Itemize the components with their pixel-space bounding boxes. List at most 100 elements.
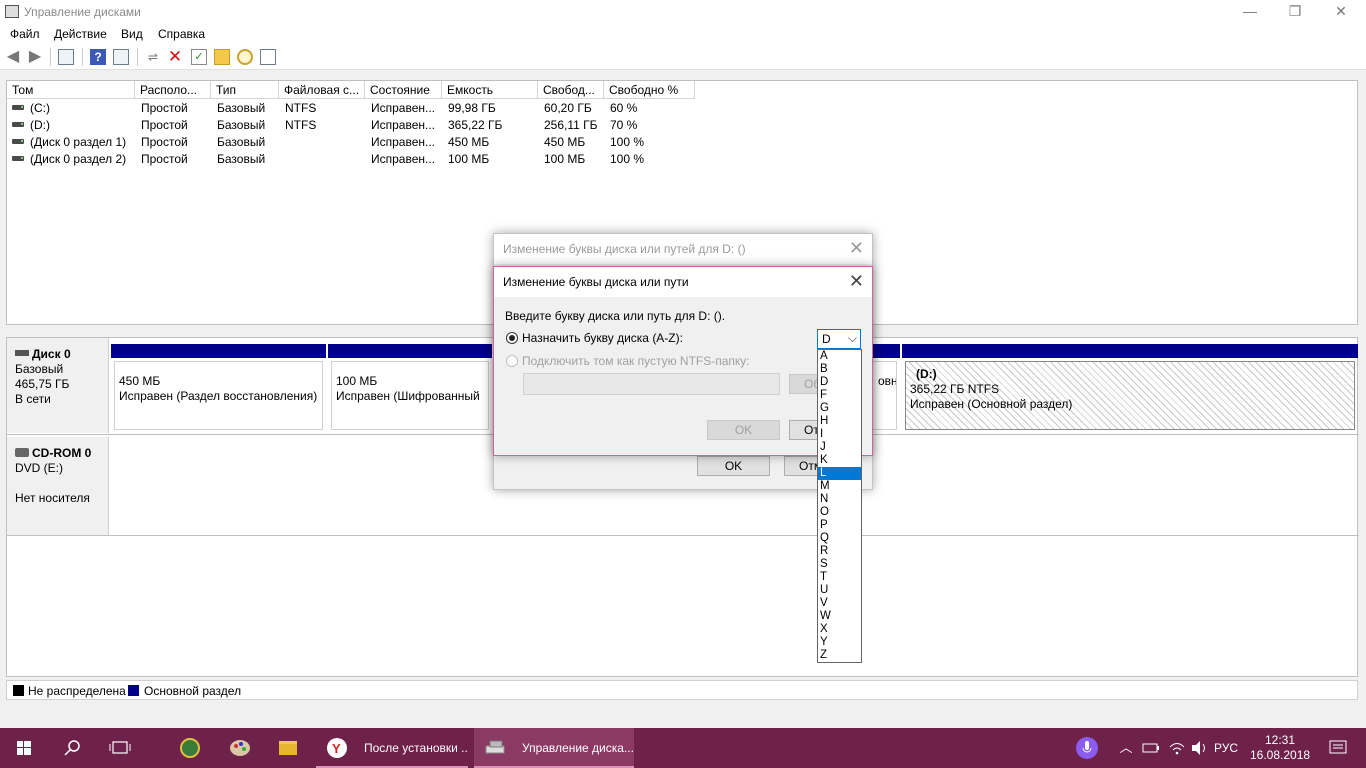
partition-efi[interactable]: 100 МБ Исправен (Шифрованный xyxy=(328,344,492,430)
menu-help[interactable]: Справка xyxy=(158,27,205,41)
delete-icon[interactable]: ✕ xyxy=(167,48,183,65)
partition-size: 365,22 ГБ NTFS xyxy=(910,382,1000,396)
taskbar-disk-management[interactable]: Управление диска... xyxy=(474,728,634,768)
cell-type: Базовый xyxy=(217,135,266,149)
volume-icon[interactable] xyxy=(1188,728,1210,768)
check-icon[interactable]: ✓ xyxy=(191,49,207,65)
drive-letter-option[interactable]: J xyxy=(818,441,861,454)
battery-icon[interactable] xyxy=(1140,728,1162,768)
partition-size: 450 МБ xyxy=(119,374,161,388)
drive-letter-option[interactable]: R xyxy=(818,545,861,558)
drive-letter-option[interactable]: F xyxy=(818,389,861,402)
start-button[interactable] xyxy=(0,728,48,768)
folder-icon xyxy=(279,741,297,755)
drive-letter-option[interactable]: X xyxy=(818,623,861,636)
partition-status: Исправен (Основной раздел) xyxy=(910,397,1073,411)
menu-file[interactable]: Файл xyxy=(10,27,40,41)
drive-letter-option[interactable]: L xyxy=(818,467,861,480)
drive-letter-option[interactable]: M xyxy=(818,480,861,493)
connect-icon[interactable]: ⇌ xyxy=(145,49,161,65)
menu-view[interactable]: Вид xyxy=(121,27,143,41)
properties-icon[interactable] xyxy=(58,49,74,65)
mount-folder-radio[interactable] xyxy=(506,355,518,367)
maximize-button[interactable]: ❐ xyxy=(1272,0,1318,24)
col-free[interactable]: Свобод... xyxy=(538,81,604,99)
partition-status: Исправен (Раздел восстановления) xyxy=(119,389,318,403)
disk-icon xyxy=(15,350,29,356)
folder-path-input[interactable] xyxy=(523,373,780,395)
drive-letter-option[interactable]: H xyxy=(818,415,861,428)
col-status[interactable]: Состояние xyxy=(365,81,442,99)
table-row[interactable]: (Диск 0 раздел 1) xyxy=(12,134,126,151)
dialog-title: Изменение буквы диска или пути xyxy=(503,275,689,289)
toolbar: ◀ ▶ ? ⇌ ✕ ✓ xyxy=(0,44,1366,70)
pinned-app-paint[interactable] xyxy=(216,728,264,768)
folder-up-icon[interactable] xyxy=(214,49,230,65)
assign-letter-radio[interactable] xyxy=(506,332,518,344)
browse-button[interactable]: Об xyxy=(789,374,820,394)
col-free-percent[interactable]: Свободно % xyxy=(604,81,695,99)
drive-letter-option[interactable]: O xyxy=(818,506,861,519)
col-volume[interactable]: Том xyxy=(7,81,135,99)
col-layout[interactable]: Располо... xyxy=(135,81,211,99)
drive-letter-option[interactable]: A xyxy=(818,350,861,363)
dialog-close-button[interactable]: ✕ xyxy=(849,238,864,259)
drive-letter-option[interactable]: K xyxy=(818,454,861,467)
drive-letter-option[interactable]: Z xyxy=(818,649,861,662)
help-icon[interactable]: ? xyxy=(90,49,106,65)
drive-letter-option[interactable]: T xyxy=(818,571,861,584)
drive-letter-option[interactable]: S xyxy=(818,558,861,571)
back-icon[interactable]: ◀ xyxy=(5,49,21,65)
search-button[interactable] xyxy=(48,728,96,768)
drive-letter-option[interactable]: B xyxy=(818,363,861,376)
forward-icon[interactable]: ▶ xyxy=(27,49,43,65)
minimize-button[interactable]: — xyxy=(1227,0,1273,24)
drive-letter-option[interactable]: D xyxy=(818,376,861,389)
wifi-icon[interactable] xyxy=(1166,728,1188,768)
pinned-app-globe[interactable] xyxy=(166,728,214,768)
disk-management-icon xyxy=(5,5,19,18)
ok-button[interactable]: OK xyxy=(707,420,780,440)
ok-button[interactable]: OK xyxy=(697,456,770,476)
drive-letter-option[interactable]: Q xyxy=(818,532,861,545)
cell-free: 450 МБ xyxy=(544,135,586,149)
close-button[interactable]: ✕ xyxy=(1318,0,1364,24)
drive-letter-option[interactable]: I xyxy=(818,428,861,441)
table-row[interactable]: (D:) xyxy=(12,117,50,134)
mount-folder-label[interactable]: Подключить том как пустую NTFS-папку: xyxy=(522,354,750,368)
partition-recovery[interactable]: 450 МБ Исправен (Раздел восстановления) xyxy=(111,344,326,430)
drive-letter-option[interactable]: U xyxy=(818,584,861,597)
drive-letter-option[interactable]: N xyxy=(818,493,861,506)
assign-letter-label[interactable]: Назначить букву диска (A-Z): xyxy=(522,331,683,345)
cdrom-label[interactable]: CD-ROM 0 DVD (E:) Нет носителя xyxy=(7,437,109,535)
cell-free: 256,11 ГБ xyxy=(544,118,598,132)
menu-action[interactable]: Действие xyxy=(54,27,107,41)
pinned-explorer[interactable] xyxy=(264,728,312,768)
list-icon[interactable] xyxy=(260,49,276,65)
drive-letter-option[interactable]: W xyxy=(818,610,861,623)
dialog-close-button[interactable]: ✕ xyxy=(849,271,864,292)
drive-letter-option[interactable]: G xyxy=(818,402,861,415)
voice-assistant-button[interactable] xyxy=(1072,728,1102,768)
language-indicator[interactable]: РУС xyxy=(1214,728,1246,768)
chevron-up-icon[interactable]: ︿ xyxy=(1116,728,1136,768)
table-row[interactable]: (C:) xyxy=(12,100,50,117)
col-filesystem[interactable]: Файловая с... xyxy=(279,81,365,99)
taskbar-yandex[interactable]: Y После установки ... xyxy=(316,728,468,768)
cancel-button[interactable]: От xyxy=(789,420,819,440)
drive-letter-select[interactable]: D ⌵ xyxy=(817,329,861,349)
view-icon[interactable] xyxy=(113,49,129,65)
notifications-button[interactable] xyxy=(1318,728,1358,768)
clock[interactable]: 12:31 16.08.2018 xyxy=(1250,728,1310,768)
partition-d[interactable]: (D:) 365,22 ГБ NTFS Исправен (Основной р… xyxy=(902,344,1358,430)
drive-letter-option[interactable]: V xyxy=(818,597,861,610)
col-capacity[interactable]: Емкость xyxy=(442,81,538,99)
drive-letter-option[interactable]: Y xyxy=(818,636,861,649)
col-type[interactable]: Тип xyxy=(211,81,279,99)
cell-free: 60,20 ГБ xyxy=(544,101,592,115)
drive-letter-option[interactable]: P xyxy=(818,519,861,532)
table-row[interactable]: (Диск 0 раздел 2) xyxy=(12,151,126,168)
search-icon[interactable] xyxy=(237,49,253,65)
disk0-label[interactable]: Диск 0 Базовый 465,75 ГБ В сети xyxy=(7,338,109,433)
task-view-button[interactable] xyxy=(96,728,144,768)
